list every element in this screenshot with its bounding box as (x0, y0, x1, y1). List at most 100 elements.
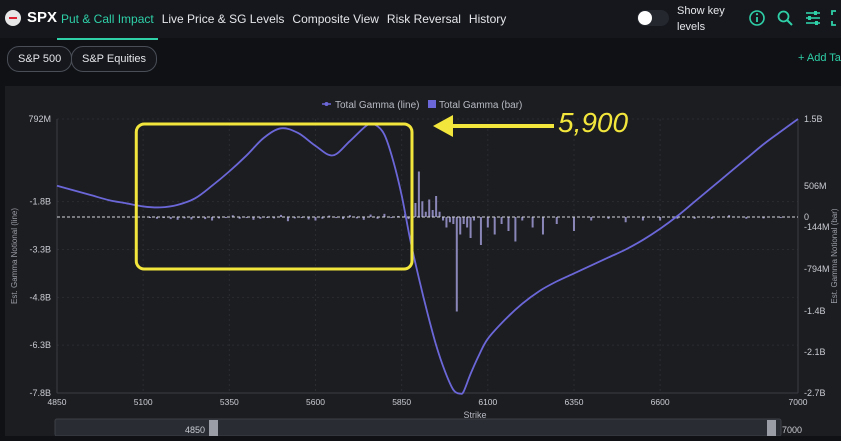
bar-series (149, 171, 782, 312)
range-slider-track (54, 418, 782, 437)
gamma-bar (466, 217, 469, 228)
gamma-bar (424, 211, 427, 217)
gamma-bar (521, 217, 524, 221)
tab-history[interactable]: History (465, 0, 510, 38)
gamma-bar (624, 217, 627, 223)
view-tabs: Put & Call Impact Live Price & SG Levels… (57, 0, 510, 40)
annotation-arrow-head (433, 115, 453, 137)
gamma-bar (211, 217, 214, 221)
legend-bar-label[interactable]: Total Gamma (bar) (439, 100, 522, 111)
gamma-bar (572, 217, 575, 231)
gamma-bar (445, 217, 448, 228)
settings-sliders-icon[interactable] (804, 9, 822, 27)
legend-bar-swatch (428, 100, 436, 108)
left-tick-label: -6.3B (29, 340, 51, 350)
x-tick-label: 5350 (220, 397, 239, 407)
legend-line-label[interactable]: Total Gamma (line) (335, 100, 419, 111)
gamma-bar (493, 217, 496, 235)
gamma-bar (428, 199, 431, 217)
right-tick-label: 1.5B (804, 114, 823, 124)
toggle-knob (638, 11, 652, 25)
right-axis-ticks: 1.5B506M0-144M-794M-1.4B-2.1B-2.7B (804, 114, 830, 398)
right-axis-title: Est. Gamma Notional (bar) (830, 208, 839, 303)
x-tick-label: 5100 (134, 397, 153, 407)
gamma-bar (448, 217, 451, 223)
gamma-bar (417, 171, 420, 217)
gamma-bar (438, 211, 441, 217)
gamma-bar (335, 217, 338, 219)
pill-sp500[interactable]: S&P 500 (7, 46, 73, 72)
show-key-levels-toggle[interactable] (637, 10, 669, 26)
right-tick-label: 506M (804, 181, 827, 191)
x-tick-label: 7000 (789, 397, 808, 407)
left-tick-label: 792M (28, 114, 51, 124)
highlight-box (134, 122, 414, 271)
left-tick-label: -1.8B (29, 197, 51, 207)
gamma-bar (500, 217, 503, 224)
gamma-bar (641, 217, 644, 221)
range-slider[interactable]: 4850 7000 (54, 418, 802, 437)
gamma-bar (469, 217, 472, 238)
gamma-bar (555, 217, 558, 224)
left-axis-title: Est. Gamma Notional (line) (10, 208, 19, 304)
gamma-bar (414, 203, 417, 217)
gamma-bar (473, 217, 476, 221)
gamma-bar (479, 217, 482, 245)
gamma-bar (280, 214, 283, 217)
top-navigation-bar: SPX Put & Call Impact Live Price & SG Le… (0, 0, 841, 40)
right-tick-label: 0 (804, 212, 809, 222)
left-axis-ticks: 792M-1.8B-3.3B-4.8B-6.3B-7.8B (28, 114, 51, 398)
range-end-label: 7000 (782, 425, 802, 435)
search-icon[interactable] (776, 9, 794, 27)
tab-risk-reversal[interactable]: Risk Reversal (383, 0, 465, 38)
gamma-bar (286, 217, 289, 222)
right-tick-label: -2.1B (804, 347, 826, 357)
total-gamma-line (56, 118, 799, 395)
gamma-bar (452, 217, 455, 224)
chart-grid (56, 118, 799, 394)
gamma-bar (431, 210, 434, 217)
gamma-bar (507, 217, 510, 231)
expand-icon[interactable] (830, 9, 841, 27)
left-tick-label: -3.3B (29, 244, 51, 254)
ticker-title: SPX (27, 9, 58, 26)
x-tick-label: 6600 (651, 397, 670, 407)
chart-legend[interactable]: Total Gamma (line) Total Gamma (bar) (322, 100, 522, 111)
legend-line-marker (324, 102, 329, 106)
right-tick-label: -1.4B (804, 306, 826, 316)
spotgamma-logo-icon (5, 10, 21, 26)
tab-put-call-impact[interactable]: Put & Call Impact (57, 0, 158, 40)
gamma-bar (514, 217, 517, 242)
price-annotation: 5,900 (433, 107, 628, 138)
x-axis-ticks: 4850 5100 5350 5600 5850 6100 6350 6600 7000 (48, 397, 808, 407)
gamma-bar (169, 217, 172, 220)
range-start-handle[interactable] (209, 420, 218, 436)
info-icon[interactable] (748, 9, 766, 27)
gamma-bar (421, 201, 424, 217)
gamma-bar (659, 217, 662, 221)
add-tab-button[interactable]: + Add Tab (798, 52, 841, 64)
annotation-label: 5,900 (558, 107, 628, 138)
gamma-bar (531, 217, 534, 228)
right-tick-label: -794M (804, 264, 830, 274)
gamma-bar (779, 217, 782, 219)
gamma-bar (486, 217, 489, 228)
left-tick-label: -4.8B (29, 292, 51, 302)
range-start-label: 4850 (185, 425, 205, 435)
gamma-bar (590, 217, 593, 221)
x-tick-label: 5850 (392, 397, 411, 407)
gamma-bar (462, 217, 465, 224)
right-tick-label: -144M (804, 222, 830, 232)
x-tick-label: 5600 (306, 397, 325, 407)
tab-composite-view[interactable]: Composite View (288, 0, 382, 38)
show-key-levels-label: Show key levels (677, 5, 725, 33)
range-end-handle[interactable] (767, 420, 776, 436)
gamma-bar (224, 217, 227, 219)
chart-panel: 792M -1.8B -3.3B -4.8B -6.3B -7.8B 1.5B 506M 0-… (5, 86, 841, 437)
gamma-bar (435, 196, 438, 217)
gamma-bar (541, 217, 544, 235)
pill-sp-equities[interactable]: S&P Equities (71, 46, 158, 72)
x-tick-label: 4850 (48, 397, 67, 407)
tab-live-price-sg-levels[interactable]: Live Price & SG Levels (158, 0, 289, 38)
gamma-chart: 792M-1.8B-3.3B-4.8B-6.3B-7.8B 1.5B506M0-… (10, 100, 839, 437)
